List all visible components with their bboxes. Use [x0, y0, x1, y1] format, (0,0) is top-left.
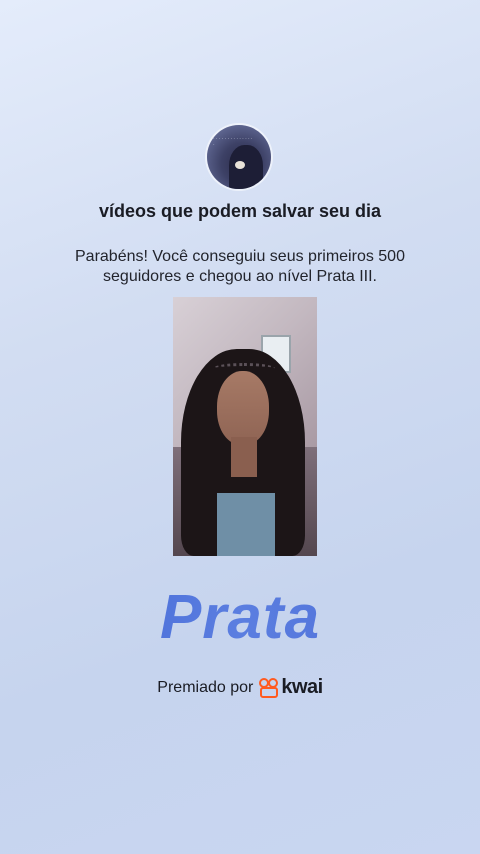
thumbnail-top [217, 493, 275, 556]
awarded-label: Premiado por [157, 678, 254, 696]
level-name: Prata [0, 582, 480, 653]
profile-avatar-icon[interactable]: · · · · · · · · · · · · · · · [207, 125, 271, 189]
avatar-hand [235, 161, 245, 169]
level-up-screen: · · · · · · · · · · · · · · · vídeos que… [0, 0, 480, 854]
thumbnail-neck [231, 437, 257, 477]
congrats-message: Parabéns! Você conseguiu seus primeiros … [75, 248, 405, 285]
thumbnail-headband [213, 363, 275, 374]
video-thumbnail[interactable] [173, 297, 317, 556]
awarded-by: Premiado por kwai [0, 676, 480, 699]
thumbnail-face [217, 371, 269, 445]
profile-title: vídeos que podem salvar seu dia [98, 201, 382, 221]
avatar-figure [229, 145, 263, 189]
kwai-brand-name: kwai [281, 676, 323, 698]
kwai-logo-icon [259, 677, 279, 698]
